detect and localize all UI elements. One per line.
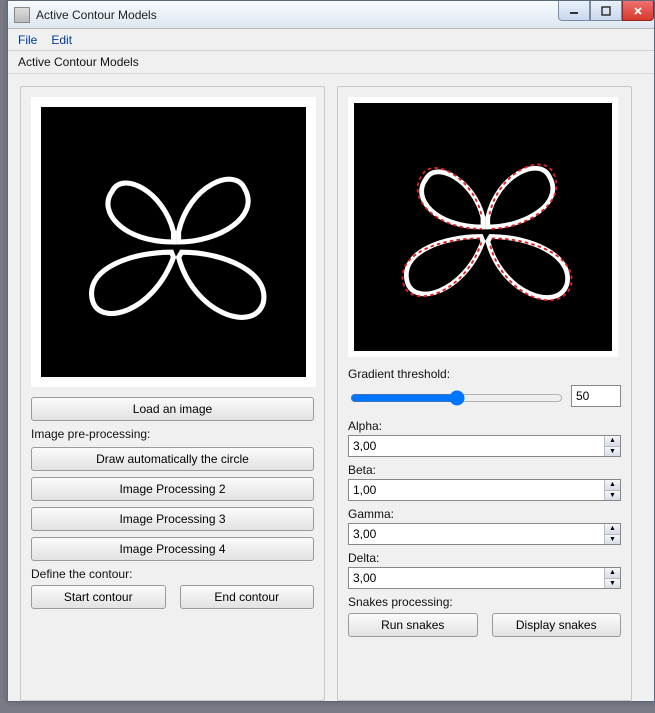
source-image-frame [31, 97, 316, 387]
menu-edit[interactable]: Edit [51, 33, 72, 47]
minimize-icon [569, 6, 579, 16]
titlebar[interactable]: Active Contour Models [8, 1, 654, 29]
maximize-icon [601, 6, 611, 16]
app-window: Active Contour Models File Edit Active C… [7, 0, 655, 702]
gamma-input[interactable] [349, 524, 604, 544]
beta-input[interactable] [349, 480, 604, 500]
close-button[interactable] [622, 1, 654, 21]
gradient-threshold-input[interactable] [572, 386, 655, 406]
display-snakes-button[interactable]: Display snakes [492, 613, 622, 637]
right-panel: Gradient threshold: ▲▼ Alpha: ▲▼ Beta: ▲… [337, 86, 632, 701]
alpha-spinner[interactable]: ▲▼ [604, 436, 620, 456]
left-panel: Load an image Image pre-processing: Draw… [20, 86, 325, 701]
chevron-down-icon[interactable]: ▼ [605, 579, 620, 589]
image-processing-3-button[interactable]: Image Processing 3 [31, 507, 314, 531]
run-snakes-button[interactable]: Run snakes [348, 613, 478, 637]
menu-file[interactable]: File [18, 33, 37, 47]
beta-label: Beta: [348, 463, 621, 477]
window-title: Active Contour Models [36, 8, 157, 22]
window-controls [558, 1, 654, 21]
define-contour-label: Define the contour: [31, 567, 314, 581]
result-image-canvas [354, 103, 612, 351]
load-image-button[interactable]: Load an image [31, 397, 314, 421]
chevron-up-icon[interactable]: ▲ [605, 436, 620, 447]
source-image-canvas [41, 107, 306, 377]
delta-input[interactable] [349, 568, 604, 588]
draw-circle-button[interactable]: Draw automatically the circle [31, 447, 314, 471]
gradient-threshold-slider[interactable] [350, 390, 563, 406]
delta-label: Delta: [348, 551, 621, 565]
chevron-up-icon[interactable]: ▲ [605, 524, 620, 535]
gamma-label: Gamma: [348, 507, 621, 521]
chevron-down-icon[interactable]: ▼ [605, 535, 620, 545]
app-icon [14, 7, 30, 23]
alpha-label: Alpha: [348, 419, 621, 433]
menubar: File Edit [8, 29, 654, 51]
preprocessing-label: Image pre-processing: [31, 427, 314, 441]
snakes-processing-label: Snakes processing: [348, 595, 621, 609]
minimize-button[interactable] [558, 1, 590, 21]
chevron-down-icon[interactable]: ▼ [605, 491, 620, 501]
chevron-up-icon[interactable]: ▲ [605, 568, 620, 579]
gradient-threshold-label: Gradient threshold: [348, 367, 621, 381]
content: Load an image Image pre-processing: Draw… [8, 74, 654, 713]
image-processing-4-button[interactable]: Image Processing 4 [31, 537, 314, 561]
beta-spinner[interactable]: ▲▼ [604, 480, 620, 500]
chevron-down-icon[interactable]: ▼ [605, 447, 620, 457]
result-image-frame [348, 97, 618, 357]
end-contour-button[interactable]: End contour [180, 585, 315, 609]
alpha-input[interactable] [349, 436, 604, 456]
gamma-spinner[interactable]: ▲▼ [604, 524, 620, 544]
page-subtitle: Active Contour Models [8, 51, 654, 74]
image-processing-2-button[interactable]: Image Processing 2 [31, 477, 314, 501]
maximize-button[interactable] [590, 1, 622, 21]
start-contour-button[interactable]: Start contour [31, 585, 166, 609]
delta-spinner[interactable]: ▲▼ [604, 568, 620, 588]
close-icon [633, 6, 643, 16]
chevron-up-icon[interactable]: ▲ [605, 480, 620, 491]
